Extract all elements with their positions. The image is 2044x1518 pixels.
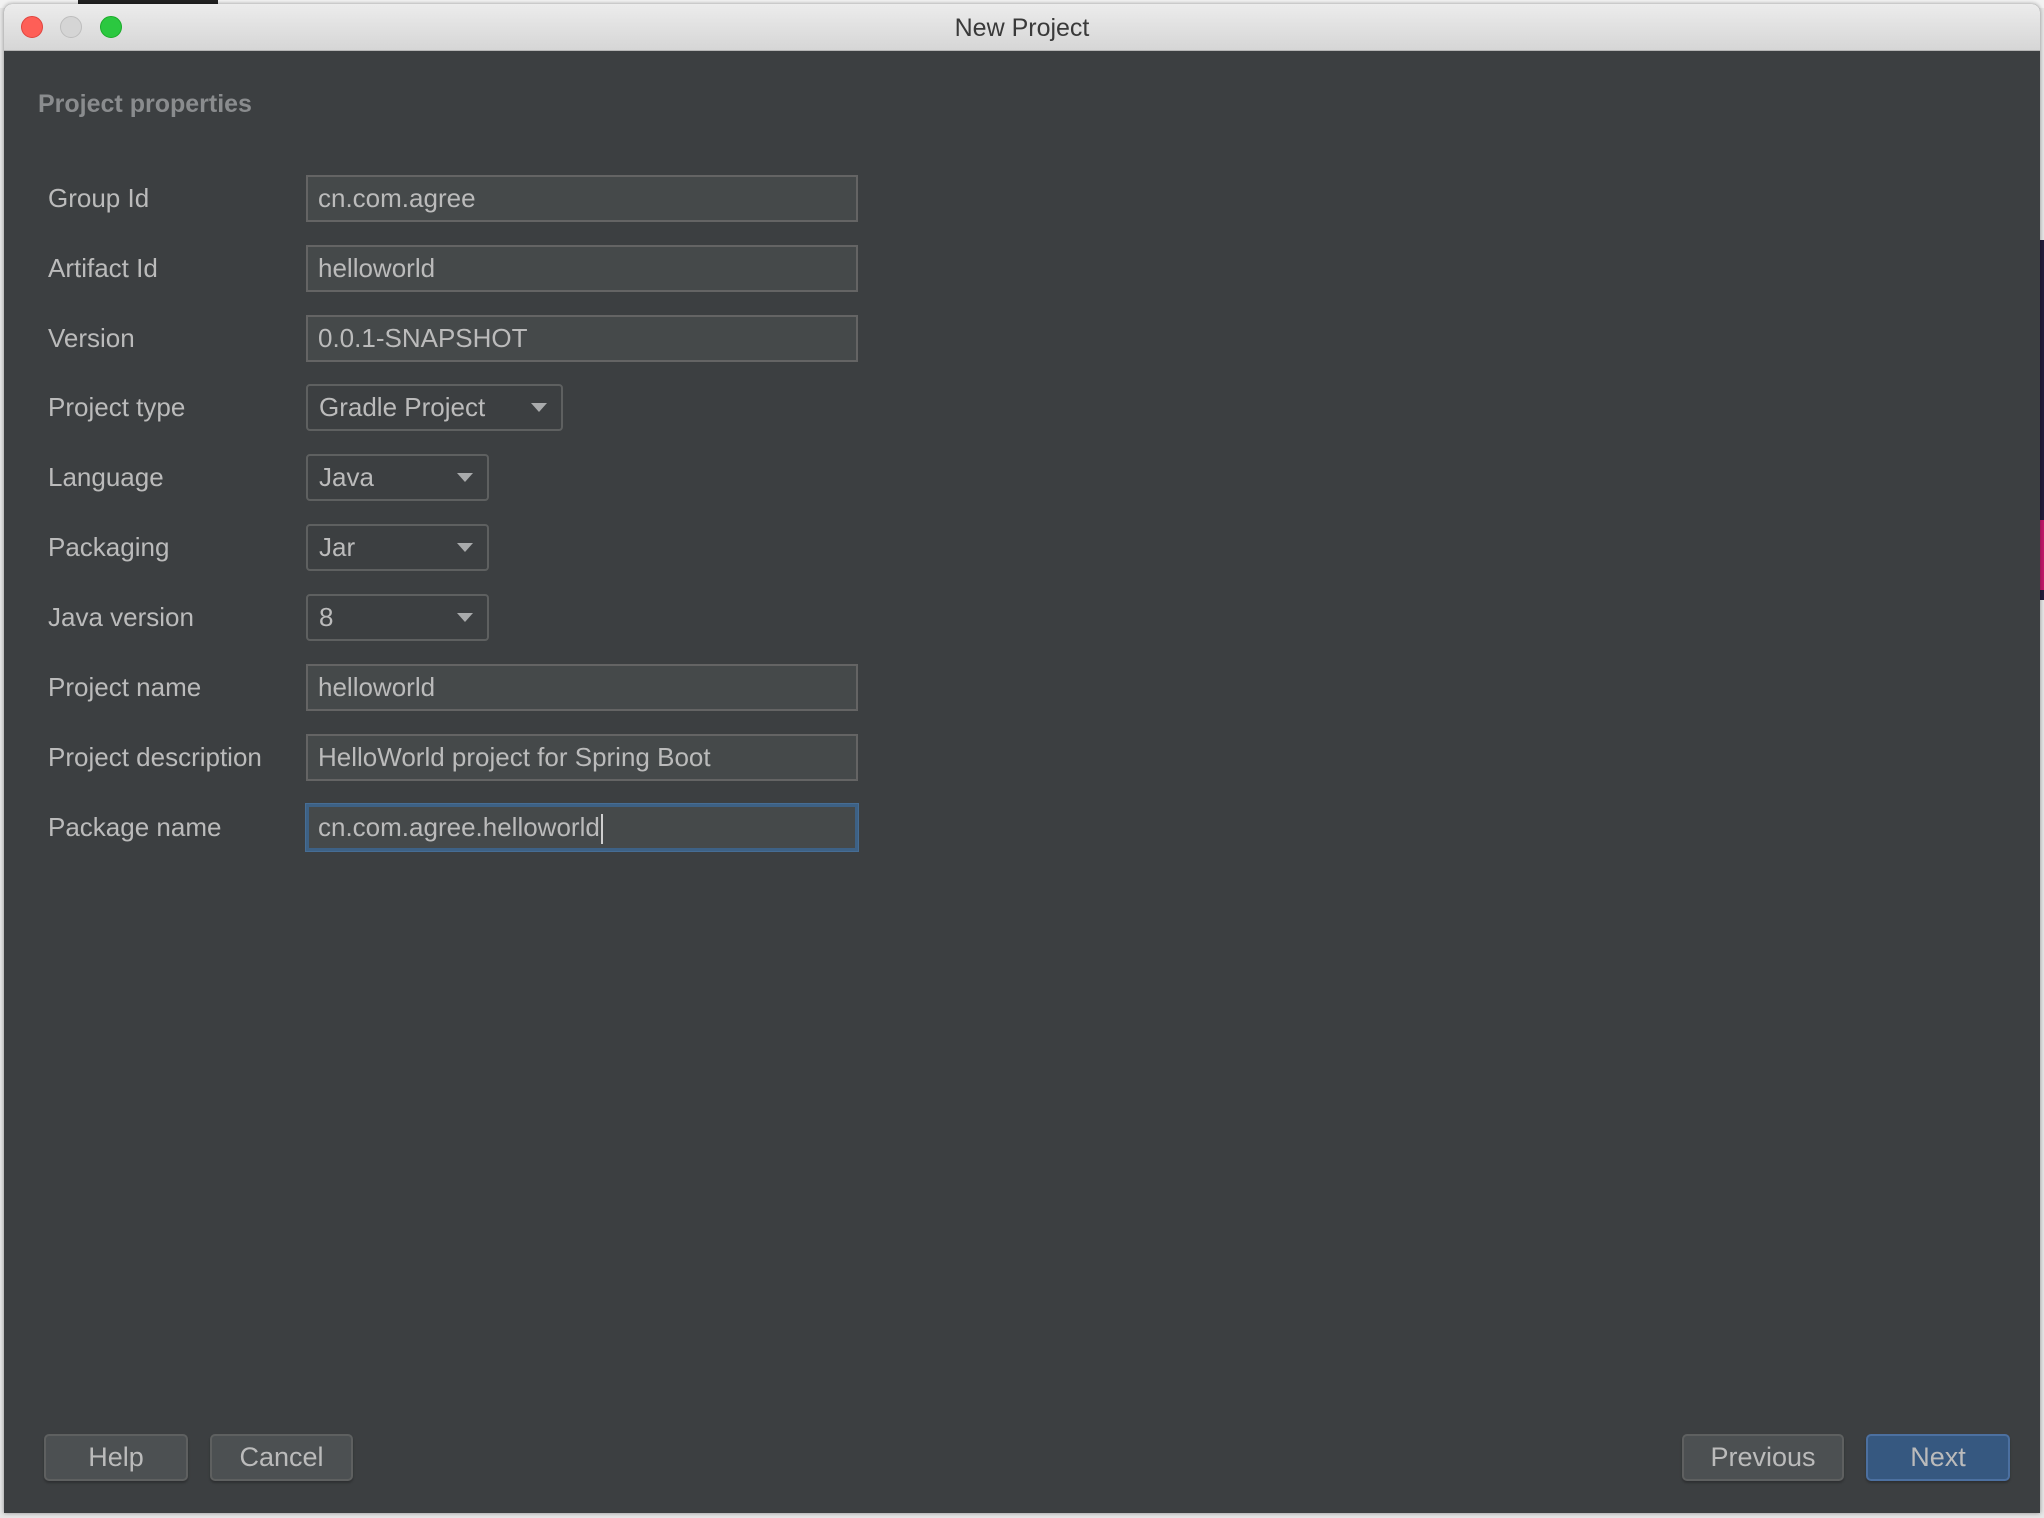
chevron-down-icon bbox=[531, 403, 547, 412]
chevron-down-icon bbox=[457, 613, 473, 622]
next-button[interactable]: Next bbox=[1866, 1434, 2010, 1481]
project-name-label: Project name bbox=[48, 672, 202, 702]
project-type-row: Project type Gradle Project bbox=[4, 384, 1204, 431]
packaging-row: Packaging Jar bbox=[4, 524, 1204, 571]
window-title: New Project bbox=[954, 14, 1090, 42]
java-version-row: Java version 8 bbox=[4, 594, 1204, 641]
package-name-value: cn.com.agree.helloworld bbox=[318, 812, 600, 842]
artifact-id-label: Artifact Id bbox=[48, 253, 158, 283]
java-version-dropdown[interactable]: 8 bbox=[306, 594, 489, 641]
group-id-label: Group Id bbox=[48, 183, 150, 213]
project-description-label: Project description bbox=[48, 742, 262, 772]
package-name-field[interactable]: cn.com.agree.helloworld bbox=[306, 804, 858, 851]
project-type-dropdown[interactable]: Gradle Project bbox=[306, 384, 563, 431]
project-type-label: Project type bbox=[48, 392, 186, 422]
section-title: Project properties bbox=[38, 90, 252, 118]
artifact-id-row: Artifact Id helloworld bbox=[4, 245, 1204, 292]
artifact-id-field[interactable]: helloworld bbox=[306, 245, 858, 292]
text-caret bbox=[600, 814, 603, 845]
packaging-value: Jar bbox=[319, 532, 356, 562]
previous-button[interactable]: Previous bbox=[1682, 1434, 1844, 1481]
project-name-row: Project name helloworld bbox=[4, 664, 1204, 711]
cancel-button[interactable]: Cancel bbox=[210, 1434, 353, 1481]
group-id-row: Group Id cn.com.agree bbox=[4, 175, 1204, 222]
version-field[interactable]: 0.0.1-SNAPSHOT bbox=[306, 315, 858, 362]
language-label: Language bbox=[48, 462, 164, 492]
group-id-field[interactable]: cn.com.agree bbox=[306, 175, 858, 222]
new-project-dialog: New Project Project properties Group Id … bbox=[4, 4, 2040, 1513]
package-name-row: Package name cn.com.agree.helloworld bbox=[4, 804, 1204, 851]
packaging-dropdown[interactable]: Jar bbox=[306, 524, 489, 571]
version-row: Version 0.0.1-SNAPSHOT bbox=[4, 315, 1204, 362]
language-row: Language Java bbox=[4, 454, 1204, 501]
chevron-down-icon bbox=[457, 543, 473, 552]
packaging-label: Packaging bbox=[48, 532, 170, 562]
project-description-field[interactable]: HelloWorld project for Spring Boot bbox=[306, 734, 858, 781]
chevron-down-icon bbox=[457, 473, 473, 482]
java-version-label: Java version bbox=[48, 602, 194, 632]
project-name-field[interactable]: helloworld bbox=[306, 664, 858, 711]
project-type-value: Gradle Project bbox=[319, 392, 486, 422]
help-button[interactable]: Help bbox=[44, 1434, 188, 1481]
title-bar: New Project bbox=[4, 4, 2040, 51]
version-label: Version bbox=[48, 323, 135, 353]
package-name-label: Package name bbox=[48, 812, 222, 842]
project-description-row: Project description HelloWorld project f… bbox=[4, 734, 1204, 781]
language-value: Java bbox=[319, 462, 374, 492]
java-version-value: 8 bbox=[319, 602, 334, 632]
language-dropdown[interactable]: Java bbox=[306, 454, 489, 501]
